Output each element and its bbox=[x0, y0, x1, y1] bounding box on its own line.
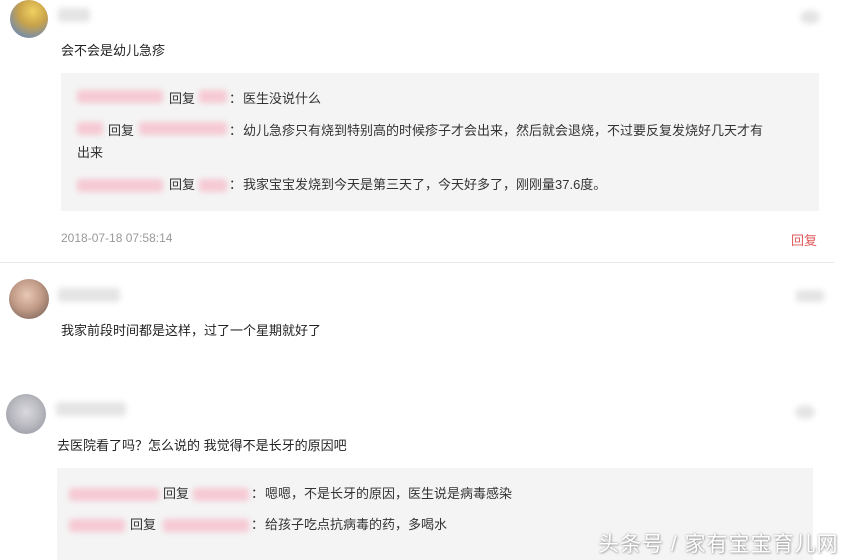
reply-author-blurred[interactable] bbox=[77, 90, 163, 103]
username-blurred[interactable] bbox=[58, 8, 90, 22]
like-icon[interactable] bbox=[795, 405, 815, 419]
reply-label: 回复 bbox=[108, 123, 135, 138]
reply-button[interactable]: 回复 bbox=[791, 230, 817, 249]
comment-text: 我家前段时间都是这样，过了一个星期就好了 bbox=[61, 323, 322, 338]
reply-text: 嗯嗯，不是长牙的原因，医生说是病毒感染 bbox=[265, 486, 513, 501]
reply-target-blurred[interactable] bbox=[199, 90, 227, 103]
reply-target-blurred[interactable] bbox=[193, 488, 249, 501]
reply-label: 回复 bbox=[163, 486, 190, 501]
reply-author-blurred[interactable] bbox=[77, 179, 163, 192]
reply-text: 幼儿急疹只有烧到特别高的时候疹子才会出来，然后就会退烧，不过要反复发烧好几天才有 bbox=[243, 123, 764, 138]
reply-separator: ： bbox=[229, 123, 243, 138]
avatar[interactable] bbox=[10, 0, 48, 38]
reply-text: 我家宝宝发烧到今天是第三天了，今天好多了，刚刚量37.6度。 bbox=[243, 177, 607, 192]
reply-label: 回复 bbox=[169, 91, 196, 106]
username-blurred[interactable] bbox=[56, 402, 126, 416]
comment-text: 去医院看了吗？怎么说的 我觉得不是长牙的原因吧 bbox=[57, 438, 347, 453]
reply-label: 回复 bbox=[169, 177, 196, 192]
reply-author-blurred[interactable] bbox=[69, 519, 125, 532]
watermark: 头条号 / 家有宝宝育儿网 bbox=[598, 533, 839, 556]
like-icon[interactable] bbox=[796, 290, 824, 302]
like-icon[interactable] bbox=[800, 10, 820, 24]
reply-separator: ： bbox=[229, 177, 243, 192]
reply-target-blurred[interactable] bbox=[199, 179, 227, 192]
reply-separator: ： bbox=[251, 517, 265, 532]
comment-divider bbox=[0, 262, 834, 263]
reply-label: 回复 bbox=[130, 517, 157, 532]
reply-author-blurred[interactable] bbox=[69, 488, 159, 501]
reply-separator: ： bbox=[229, 91, 243, 106]
reply-target-blurred[interactable] bbox=[139, 122, 227, 135]
comment-timestamp: 2018-07-18 07:58:14 bbox=[61, 231, 173, 245]
reply-author-blurred[interactable] bbox=[77, 122, 103, 135]
avatar[interactable] bbox=[9, 279, 49, 319]
username-blurred[interactable] bbox=[58, 288, 120, 302]
reply-target-blurred[interactable] bbox=[163, 519, 249, 532]
avatar[interactable] bbox=[6, 394, 46, 434]
reply-text: 给孩子吃点抗病毒的药，多喝水 bbox=[265, 517, 448, 532]
reply-text-continued: 出来 bbox=[77, 145, 104, 160]
reply-separator: ： bbox=[251, 486, 265, 501]
comment-text: 会不会是幼儿急疹 bbox=[61, 43, 166, 58]
reply-text: 医生没说什么 bbox=[243, 91, 322, 106]
